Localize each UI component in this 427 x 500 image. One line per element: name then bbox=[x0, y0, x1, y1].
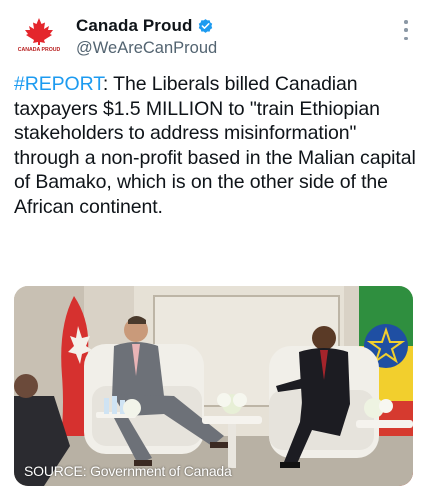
verified-badge-icon[interactable] bbox=[197, 18, 214, 35]
tweet-text: #REPORT: The Liberals billed Canadian ta… bbox=[14, 72, 419, 220]
tweet-photo[interactable]: SOURCE: Government of Canada bbox=[14, 286, 413, 486]
tweet-header: CANADA PROUD Canada Proud @WeAreCanProud bbox=[14, 12, 417, 64]
more-options-icon[interactable] bbox=[401, 20, 411, 40]
account-handle[interactable]: @WeAreCanProud bbox=[76, 39, 217, 58]
hashtag-link[interactable]: #REPORT bbox=[14, 73, 103, 95]
meeting-photo bbox=[14, 286, 413, 486]
photo-source-caption: SOURCE: Government of Canada bbox=[24, 463, 232, 479]
display-name-row: Canada Proud bbox=[76, 15, 217, 37]
account-names: Canada Proud @WeAreCanProud bbox=[76, 15, 217, 58]
canada-proud-logo: CANADA PROUD bbox=[14, 12, 64, 62]
avatar[interactable]: CANADA PROUD bbox=[14, 12, 64, 62]
display-name[interactable]: Canada Proud bbox=[76, 16, 192, 36]
avatar-text: CANADA PROUD bbox=[18, 47, 61, 53]
